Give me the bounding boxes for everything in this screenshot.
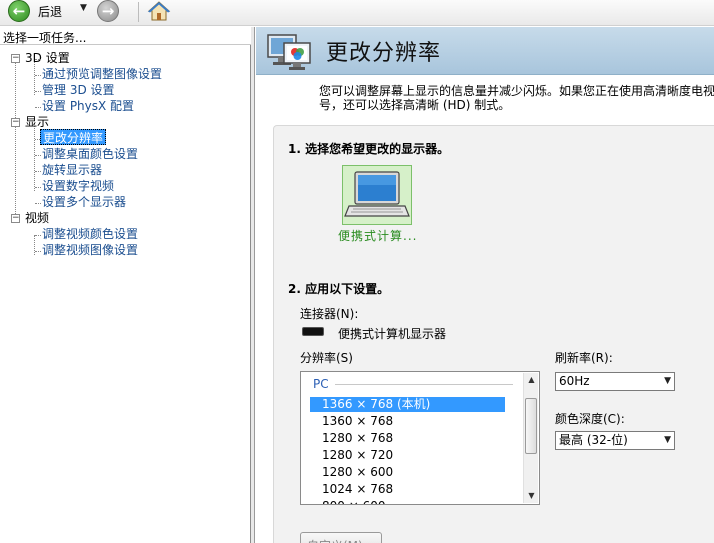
resolution-option[interactable]: 1366 × 768 (本机) (310, 397, 505, 412)
back-arrow-icon: ← (8, 0, 30, 22)
custom-resolution-button[interactable]: 自定义(M)... (300, 532, 382, 543)
color-depth-value: 最高 (32-位) (559, 433, 628, 447)
page-description: 您可以调整屏幕上显示的信息量并减少闪烁。如果您正在使用高清晰度电视 号，还可以选… (319, 84, 714, 112)
resolution-label: 分辨率(S) (300, 351, 353, 365)
tree-branch (35, 59, 41, 60)
tree-item-physx[interactable]: 设置 PhysX 配置 (42, 98, 134, 114)
description-line-2: 号，还可以选择高清晰 (HD) 制式。 (319, 98, 511, 112)
resolution-option[interactable]: 1024 × 768 (310, 482, 505, 497)
tree-guide-line (34, 123, 35, 191)
display-selector-laptop[interactable] (342, 165, 412, 225)
tree-branch (35, 139, 40, 140)
tree-item-video-color[interactable]: 调整视频颜色设置 (42, 226, 138, 242)
tree-item-desktop-color[interactable]: 调整桌面颜色设置 (42, 146, 138, 162)
color-depth-label: 颜色深度(C): (555, 412, 625, 426)
page-banner: 更改分辨率 (256, 27, 714, 75)
tree-item-change-resolution[interactable]: 更改分辨率 (40, 129, 107, 145)
scroll-thumb[interactable] (525, 398, 537, 454)
tree-guide-line (34, 235, 35, 255)
tree-branch (35, 187, 41, 188)
tree-group-display[interactable]: 显示 (25, 114, 49, 130)
toolbar: ← 后退 ▼ → (0, 0, 714, 26)
resolution-option[interactable]: 1360 × 768 (310, 414, 505, 429)
task-pane: 选择一项任务... − 3D 设置 通过预览调整图像设置 管理 3D 设置 设置… (0, 27, 251, 543)
tree-item-multiple-displays[interactable]: 设置多个显示器 (42, 194, 126, 210)
step1-title: 1. 选择您希望更改的显示器。 (288, 142, 450, 156)
tree-item-digital-video[interactable]: 设置数字视频 (42, 178, 114, 194)
collapse-toggle-icon[interactable]: − (11, 118, 20, 127)
resolution-group-header: PC (313, 377, 329, 391)
toolbar-separator (138, 2, 139, 22)
chevron-down-icon: ▼ (664, 376, 671, 386)
tree-branch (35, 235, 41, 236)
forward-arrow-icon: → (97, 0, 119, 22)
scroll-down-icon[interactable]: ▼ (524, 489, 539, 503)
description-line-1: 您可以调整屏幕上显示的信息量并减少闪烁。如果您正在使用高清晰度电视 (319, 84, 714, 98)
tree-branch (35, 75, 41, 76)
color-depth-select[interactable]: 最高 (32-位) ▼ (555, 431, 675, 450)
scroll-up-icon[interactable]: ▲ (524, 373, 539, 387)
home-icon[interactable] (147, 0, 171, 22)
tree-branch (35, 107, 41, 108)
refresh-rate-label: 刷新率(R): (555, 351, 613, 365)
connector-label: 连接器(N): (300, 307, 359, 321)
back-label: 后退 (38, 4, 63, 19)
tree-item-preview-image[interactable]: 通过预览调整图像设置 (42, 66, 162, 82)
monitor-settings-icon (267, 34, 311, 70)
laptop-icon (344, 171, 410, 217)
tree-branch (35, 203, 41, 204)
task-header: 选择一项任务... (0, 27, 251, 45)
group-divider (335, 384, 513, 385)
refresh-rate-select[interactable]: 60Hz ▼ (555, 372, 675, 391)
tree-item-manage-3d[interactable]: 管理 3D 设置 (42, 82, 115, 98)
resolution-option[interactable]: 1280 × 768 (310, 431, 505, 446)
forward-button[interactable]: → (97, 0, 119, 22)
step2-title: 2. 应用以下设置。 (288, 282, 390, 296)
chevron-down-icon: ▼ (664, 435, 671, 445)
tree-branch (35, 91, 41, 92)
connector-icon (302, 327, 324, 336)
tree-guide-line (15, 58, 16, 218)
page-title: 更改分辨率 (326, 41, 442, 66)
back-button[interactable]: ← 后退 (8, 0, 62, 22)
tree-item-rotate-display[interactable]: 旋转显示器 (42, 162, 102, 178)
display-name[interactable]: 便携式计算... (338, 227, 417, 244)
tree-item-video-image[interactable]: 调整视频图像设置 (42, 242, 138, 258)
pane-splitter[interactable] (251, 27, 255, 543)
tree-branch (35, 251, 41, 252)
resolution-option[interactable]: 800 × 600 (310, 499, 505, 504)
connector-value: 便携式计算机显示器 (338, 327, 447, 341)
collapse-toggle-icon[interactable]: − (11, 214, 20, 223)
refresh-rate-value: 60Hz (559, 374, 590, 388)
tree-group-video[interactable]: 视频 (25, 210, 49, 226)
tree-branch (35, 155, 41, 156)
resolution-option[interactable]: 1280 × 600 (310, 465, 505, 480)
content-pane: 更改分辨率 您可以调整屏幕上显示的信息量并减少闪烁。如果您正在使用高清晰度电视 … (256, 27, 714, 543)
resolution-list[interactable]: PC 1366 × 768 (本机) 1360 × 768 1280 × 768… (300, 371, 540, 505)
tree-branch (35, 171, 41, 172)
tree-group-3d[interactable]: 3D 设置 (25, 50, 70, 66)
resolution-scrollbar[interactable]: ▲ ▼ (523, 373, 538, 503)
history-dropdown-icon[interactable]: ▼ (80, 3, 87, 13)
resolution-option[interactable]: 1280 × 720 (310, 448, 505, 463)
collapse-toggle-icon[interactable]: − (11, 54, 20, 63)
